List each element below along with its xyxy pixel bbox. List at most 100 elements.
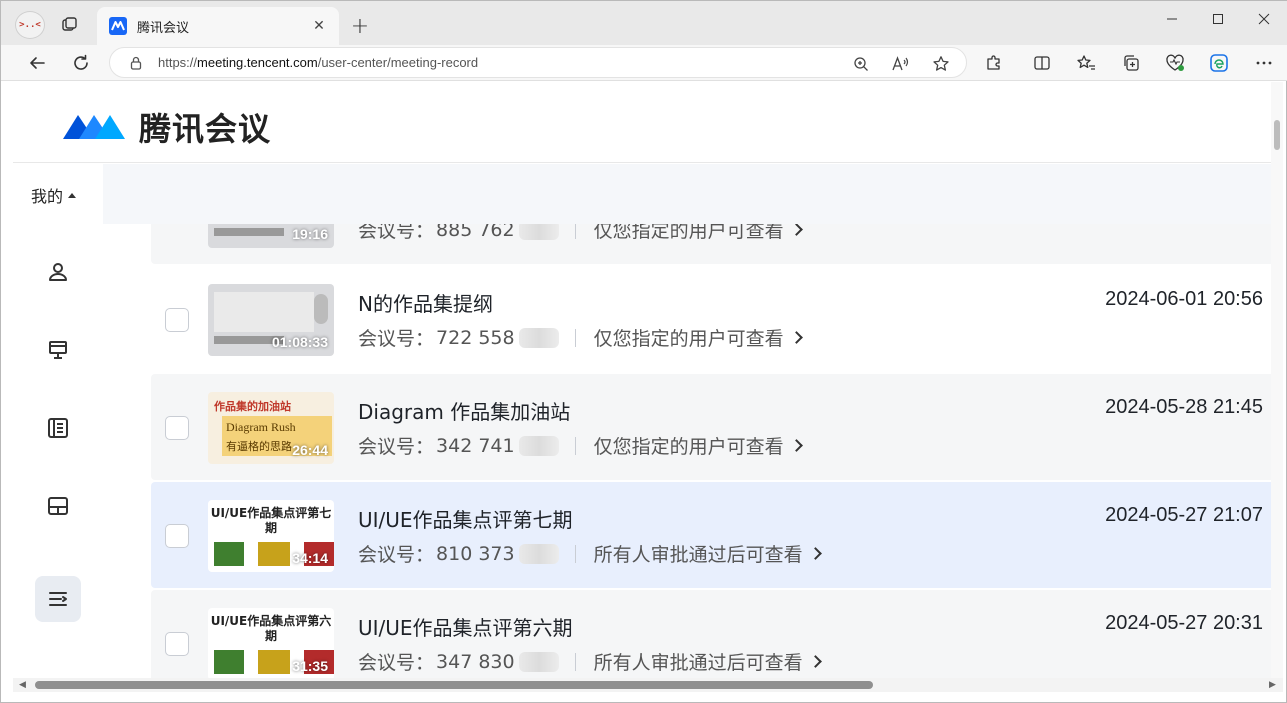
record-date: 2024-06-01 20:56 [1105, 288, 1263, 310]
tab-title: 腾讯会议 [137, 20, 190, 36]
meeting-number: 885 762 [436, 224, 515, 241]
edge-copilot-icon[interactable] [1204, 49, 1234, 77]
back-button[interactable] [23, 49, 51, 77]
sidebar-menu-collapse-icon[interactable] [35, 576, 81, 622]
sidebar-profile-icon[interactable] [35, 249, 81, 295]
record-title[interactable]: UI/UE作品集点评第七期 [358, 504, 573, 533]
duration-label: 26:44 [292, 442, 328, 458]
address-bar[interactable]: https://meeting.tencent.com/user-center/… [109, 47, 967, 78]
horizontal-scrollbar[interactable]: ◀ ▶ [13, 678, 1283, 692]
sidebar-layout-icon[interactable] [35, 483, 81, 529]
record-checkbox[interactable] [165, 308, 189, 332]
sidebar-records-list-icon[interactable] [35, 405, 81, 451]
thumbnail-caption: 有逼格的思路 [226, 440, 292, 453]
browser-essentials-icon[interactable] [1160, 49, 1190, 77]
meeting-number-label: 会议号： [358, 544, 435, 566]
record-meta: 会议号： 722 558 仅您指定的用户可查看 [358, 324, 803, 351]
scroll-right-arrow-icon[interactable]: ▶ [1269, 680, 1276, 690]
browser-window: >..< 腾讯会议 ✕ + https://meeting.tencent.co… [0, 0, 1287, 703]
profile-button[interactable]: >..< [15, 11, 45, 39]
record-title[interactable]: N的作品集提纲 [358, 288, 493, 317]
permission-link[interactable]: 所有人审批通过后可查看 [594, 648, 822, 675]
tencent-meeting-favicon-icon [109, 17, 127, 35]
record-thumbnail[interactable]: UI/UE作品集点评第六期 31:35 [208, 608, 334, 678]
meeting-number: 342 741 [436, 434, 515, 457]
duration-label: 19:16 [292, 226, 328, 242]
duration-label: 34:14 [292, 550, 328, 566]
record-row[interactable]: 01:08:33 N的作品集提纲 会议号： 722 558 仅您指定的用户可查看… [151, 266, 1283, 372]
maximize-button[interactable] [1195, 5, 1241, 33]
collections-icon[interactable] [1116, 49, 1146, 77]
meeting-number: 722 558 [436, 326, 515, 349]
logo-text: 腾讯会议 [139, 110, 272, 148]
record-thumbnail[interactable]: 19:16 [208, 224, 334, 248]
chevron-right-icon [808, 655, 822, 668]
record-thumbnail[interactable]: 01:08:33 [208, 284, 334, 356]
record-date: 2024-05-27 21:07 [1105, 504, 1263, 526]
meeting-number-label: 会议号： [358, 436, 435, 458]
close-window-button[interactable] [1241, 5, 1287, 33]
new-tab-button[interactable]: + [347, 13, 373, 39]
more-menu-icon[interactable] [1249, 49, 1279, 77]
caret-up-icon [68, 192, 77, 198]
record-checkbox[interactable] [165, 524, 189, 548]
meeting-number: 347 830 [436, 650, 515, 673]
navigation-bar: https://meeting.tencent.com/user-center/… [1, 45, 1287, 81]
me-label: 我的 [31, 187, 64, 206]
record-thumbnail[interactable]: UI/UE作品集点评第七期 34:14 [208, 500, 334, 572]
horizontal-scroll-thumb[interactable] [35, 681, 873, 689]
meeting-number-label: 会议号： [358, 224, 435, 242]
thumbnail-heading: 作品集的加油站 [214, 400, 291, 413]
page-viewport: 腾讯会议 我的 19:16 会议号： 885 762 仅您指定的用户可查看 01… [13, 82, 1283, 678]
record-checkbox[interactable] [165, 632, 189, 656]
permission-link[interactable]: 所有人审批通过后可查看 [594, 540, 822, 567]
permission-link[interactable]: 仅您指定的用户可查看 [594, 324, 803, 351]
record-row[interactable]: UI/UE作品集点评第七期 34:14 UI/UE作品集点评第七期 会议号： 8… [151, 482, 1283, 588]
read-aloud-icon[interactable] [889, 52, 913, 76]
record-title[interactable]: Diagram 作品集加油站 [358, 396, 570, 425]
favorite-star-icon[interactable] [929, 52, 953, 76]
meeting-number: 810 373 [436, 542, 515, 565]
lock-icon[interactable] [128, 55, 144, 71]
record-row[interactable]: 19:16 会议号： 885 762 仅您指定的用户可查看 [151, 224, 1283, 264]
extensions-icon[interactable] [979, 49, 1009, 77]
zoom-icon[interactable] [849, 52, 873, 76]
record-row[interactable]: UI/UE作品集点评第六期 31:35 UI/UE作品集点评第六期 会议号： 3… [151, 590, 1283, 678]
record-meta: 会议号： 342 741 仅您指定的用户可查看 [358, 432, 803, 459]
tab-tencent-meeting[interactable]: 腾讯会议 ✕ [97, 7, 339, 45]
vertical-scroll-thumb[interactable] [1274, 120, 1280, 150]
me-menu-toggle[interactable]: 我的 [31, 183, 77, 207]
record-checkbox[interactable] [165, 416, 189, 440]
url-text[interactable]: https://meeting.tencent.com/user-center/… [158, 55, 478, 70]
record-row[interactable]: 作品集的加油站 Diagram Rush 有逼格的思路 26:44 Diagram… [151, 374, 1283, 480]
redacted-digits [518, 543, 559, 564]
refresh-button[interactable] [67, 49, 95, 77]
chevron-right-icon [808, 547, 822, 560]
record-date: 2024-05-28 21:45 [1105, 396, 1263, 418]
record-meta: 会议号： 885 762 仅您指定的用户可查看 [358, 224, 803, 243]
redacted-digits [518, 435, 559, 456]
site-header: 腾讯会议 [13, 82, 1283, 163]
vertical-scrollbar[interactable] [1271, 82, 1283, 678]
workspaces-icon[interactable] [57, 13, 81, 37]
redacted-digits [518, 651, 559, 672]
scroll-left-arrow-icon[interactable]: ◀ [19, 680, 26, 690]
thumbnail-heading: UI/UE作品集点评第六期 [210, 614, 332, 643]
record-thumbnail[interactable]: 作品集的加油站 Diagram Rush 有逼格的思路 26:44 [208, 392, 334, 464]
sidebar-meeting-screen-icon[interactable] [35, 327, 81, 373]
minimize-button[interactable] [1149, 5, 1195, 33]
permission-link[interactable]: 仅您指定的用户可查看 [594, 432, 803, 459]
favorites-icon[interactable] [1071, 49, 1101, 77]
duration-label: 01:08:33 [271, 334, 328, 350]
tencent-meeting-logo-icon [63, 115, 125, 139]
tab-bar: >..< 腾讯会议 ✕ + [1, 1, 1287, 45]
record-meta: 会议号： 347 830 所有人审批通过后可查看 [358, 648, 822, 675]
split-screen-icon[interactable] [1027, 49, 1057, 77]
chevron-right-icon [789, 224, 803, 236]
permission-link[interactable]: 仅您指定的用户可查看 [594, 224, 803, 243]
redacted-digits [518, 327, 559, 348]
tab-close-icon[interactable]: ✕ [309, 16, 329, 36]
tencent-meeting-logo[interactable]: 腾讯会议 [61, 104, 271, 150]
record-title[interactable]: UI/UE作品集点评第六期 [358, 612, 573, 641]
thumbnail-subtitle: Diagram Rush [226, 420, 296, 434]
